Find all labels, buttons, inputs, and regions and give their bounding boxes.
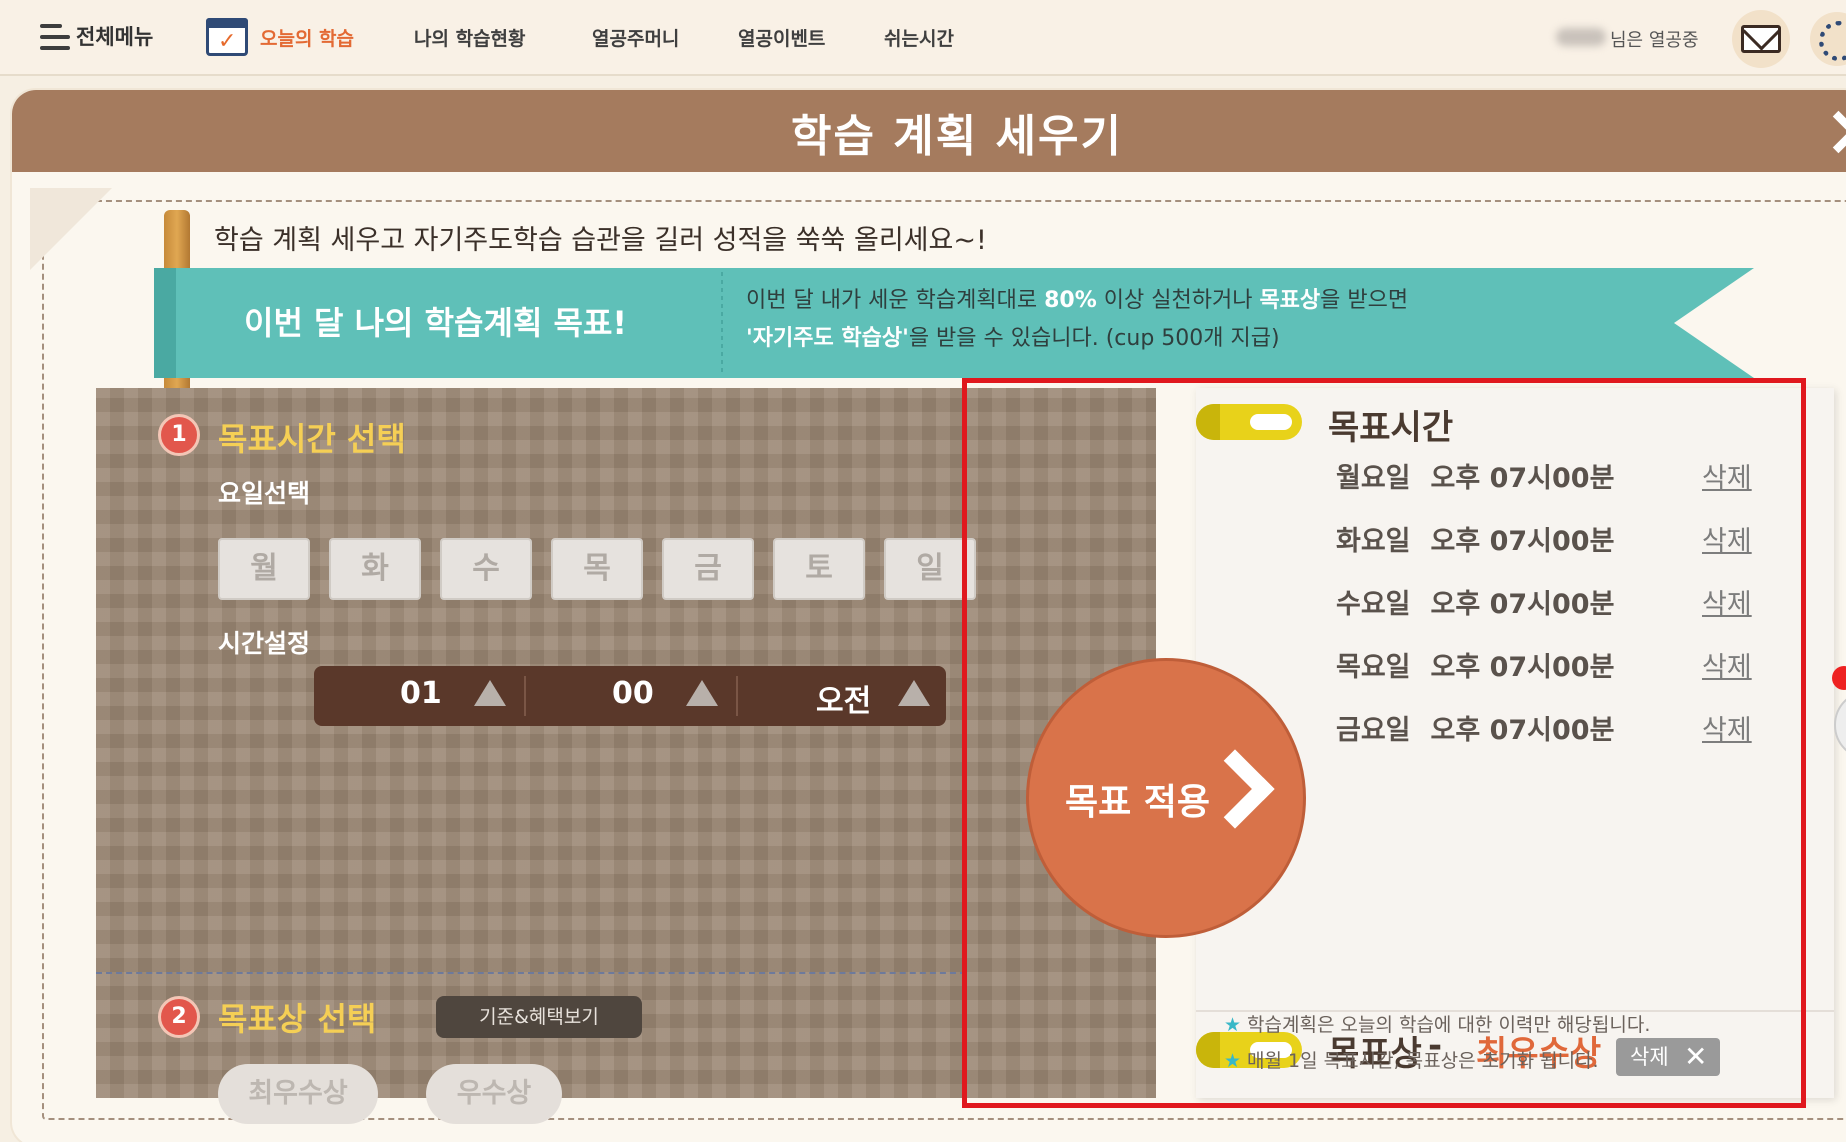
time-picker: 01 00 오전 bbox=[314, 666, 946, 726]
criteria-benefits-button[interactable]: 기준&혜택보기 bbox=[436, 996, 642, 1038]
schedule-row-thu: 목요일 오후 07시00분 bbox=[1336, 645, 1614, 684]
schedule-time: 오후 07시00분 bbox=[1430, 526, 1615, 557]
minute-up-arrow-icon[interactable] bbox=[686, 680, 718, 706]
schedule-day: 수요일 bbox=[1336, 589, 1411, 620]
day-button-wed[interactable]: 수 bbox=[440, 538, 532, 600]
day-select-label: 요일선택 bbox=[218, 479, 311, 508]
nav-today-study[interactable]: 오늘의 학습 bbox=[260, 24, 354, 51]
delete-schedule-link[interactable]: 삭제 bbox=[1702, 519, 1752, 558]
step-1-title: 목표시간 선택 bbox=[218, 420, 406, 458]
minute-value: 00 bbox=[612, 676, 654, 711]
schedule-time: 오후 07시00분 bbox=[1430, 463, 1615, 494]
nav-study-event[interactable]: 열공이벤트 bbox=[738, 24, 825, 51]
ribbon-description: 이번 달 내가 세운 학습계획대로 80% 이상 실천하거나 목표상을 받으면 … bbox=[746, 282, 1408, 358]
section-divider bbox=[96, 972, 966, 974]
day-button-tue[interactable]: 화 bbox=[329, 538, 421, 600]
nav-break-time[interactable]: 쉬는시간 bbox=[884, 24, 954, 51]
ampm-value: 오전 bbox=[816, 684, 872, 719]
calendar-check-icon: ✓ bbox=[206, 18, 248, 56]
hour-segment: 01 bbox=[314, 666, 524, 726]
schedule-row-tue: 화요일 오후 07시00분 bbox=[1336, 519, 1614, 558]
step-1-badge: 1 bbox=[158, 414, 200, 456]
delete-award-label: 삭제 bbox=[1630, 1045, 1669, 1069]
all-menu-label: 전체메뉴 bbox=[76, 25, 154, 49]
schedule-row-wed: 수요일 오후 07시00분 bbox=[1336, 582, 1614, 621]
top-navigation: 전체메뉴 ✓ 오늘의 학습 나의 학습현황 열공주머니 열공이벤트 쉬는시간 님… bbox=[0, 0, 1846, 76]
ampm-up-arrow-icon[interactable] bbox=[898, 680, 930, 706]
schedule-day: 월요일 bbox=[1336, 463, 1411, 494]
note-text: 매월 1일 목표시간, 목표상은 초기화 됩니다. bbox=[1247, 1050, 1599, 1072]
day-button-thu[interactable]: 목 bbox=[551, 538, 643, 600]
day-button-sun[interactable]: 일 bbox=[884, 538, 976, 600]
ribbon-text: 이상 실천하거나 bbox=[1096, 288, 1260, 313]
close-icon[interactable] bbox=[1834, 106, 1846, 156]
star-icon: ★ bbox=[1224, 1050, 1242, 1072]
goal-time-title: 목표시간 bbox=[1328, 408, 1454, 448]
minute-segment: 00 bbox=[526, 666, 736, 726]
ribbon-text: 이번 달 내가 세운 학습계획대로 bbox=[746, 288, 1045, 313]
close-x-icon: ✕ bbox=[1684, 1040, 1708, 1073]
ribbon-award-name: '자기주도 학습상' bbox=[746, 326, 909, 351]
day-button-fri[interactable]: 금 bbox=[662, 538, 754, 600]
schedule-day: 화요일 bbox=[1336, 526, 1411, 557]
mail-button[interactable] bbox=[1732, 10, 1790, 68]
note-item: ★ 학습계획은 오늘의 학습에 대한 이력만 해당됩니다. bbox=[1224, 1010, 1650, 1037]
modal-header: 학습 계획 세우기 bbox=[12, 90, 1846, 172]
award-button-grand[interactable]: 최우수상 bbox=[218, 1064, 378, 1124]
delete-schedule-link[interactable]: 삭제 bbox=[1702, 456, 1752, 495]
delete-schedule-link[interactable]: 삭제 bbox=[1702, 708, 1752, 747]
intro-text: 학습 계획 세우고 자기주도학습 습관을 길러 성적을 쑥쑥 올리세요~! bbox=[214, 225, 987, 256]
ribbon-percent: 80% bbox=[1044, 288, 1097, 313]
ampm-segment: 오전 bbox=[738, 666, 948, 726]
nav-my-progress[interactable]: 나의 학습현황 bbox=[414, 24, 526, 51]
award-button-excellence[interactable]: 우수상 bbox=[426, 1064, 562, 1124]
goal-time-tab-icon bbox=[1196, 404, 1302, 440]
hour-up-arrow-icon[interactable] bbox=[474, 680, 506, 706]
note-text: 학습계획은 오늘의 학습에 대한 이력만 해당됩니다. bbox=[1247, 1014, 1651, 1036]
ribbon-text: 을 받으면 bbox=[1320, 288, 1409, 313]
settings-button[interactable] bbox=[1810, 12, 1846, 66]
delete-schedule-link[interactable]: 삭제 bbox=[1702, 645, 1752, 684]
user-name-blurred bbox=[1556, 28, 1606, 46]
day-button-sat[interactable]: 토 bbox=[773, 538, 865, 600]
study-plan-modal: 학습 계획 세우기 학습 계획 세우고 자기주도학습 습관을 길러 성적을 쑥쑥… bbox=[10, 88, 1846, 1142]
schedule-row-fri: 금요일 오후 07시00분 bbox=[1336, 708, 1614, 747]
schedule-row-mon: 월요일 오후 07시00분 bbox=[1336, 456, 1614, 495]
all-menu-button[interactable]: 전체메뉴 bbox=[40, 18, 153, 54]
schedule-day: 목요일 bbox=[1336, 652, 1411, 683]
hour-value: 01 bbox=[400, 676, 442, 711]
step-2-badge: 2 bbox=[158, 996, 200, 1038]
ribbon-text: 을 받을 수 있습니다. (cup 500개 지급) bbox=[908, 326, 1280, 351]
hamburger-icon bbox=[40, 18, 70, 54]
delete-schedule-link[interactable]: 삭제 bbox=[1702, 582, 1752, 621]
note-item: ★ 매월 1일 목표시간, 목표상은 초기화 됩니다. bbox=[1224, 1046, 1599, 1073]
schedule-time: 오후 07시00분 bbox=[1430, 715, 1615, 746]
apply-goal-label: 목표 적용 bbox=[1065, 782, 1211, 823]
apply-goal-button[interactable]: 목표 적용 bbox=[1026, 658, 1306, 938]
user-status: 님은 열공중 bbox=[1610, 30, 1699, 51]
selection-panel: 1 목표시간 선택 요일선택 월 화 수 목 금 토 일 시간설정 01 00 … bbox=[96, 388, 1156, 1124]
schedule-time: 오후 07시00분 bbox=[1430, 589, 1615, 620]
step-2-title: 목표상 선택 bbox=[218, 1000, 377, 1038]
nav-study-pouch[interactable]: 열공주머니 bbox=[592, 24, 679, 51]
envelope-icon bbox=[1741, 25, 1781, 53]
ribbon-award-word: 목표상 bbox=[1259, 288, 1321, 313]
ribbon-goal-title: 이번 달 나의 학습계획 목표! bbox=[244, 304, 627, 342]
schedule-time: 오후 07시00분 bbox=[1430, 652, 1615, 683]
delete-award-button[interactable]: 삭제 ✕ bbox=[1616, 1038, 1720, 1076]
star-icon: ★ bbox=[1224, 1014, 1242, 1036]
schedule-day: 금요일 bbox=[1336, 715, 1411, 746]
goal-ribbon: 이번 달 나의 학습계획 목표! 이번 달 내가 세운 학습계획대로 80% 이… bbox=[154, 268, 1754, 378]
page-corner-fold bbox=[30, 188, 112, 270]
day-button-mon[interactable]: 월 bbox=[218, 538, 310, 600]
modal-title: 학습 계획 세우기 bbox=[791, 111, 1123, 162]
time-setting-label: 시간설정 bbox=[218, 629, 311, 658]
